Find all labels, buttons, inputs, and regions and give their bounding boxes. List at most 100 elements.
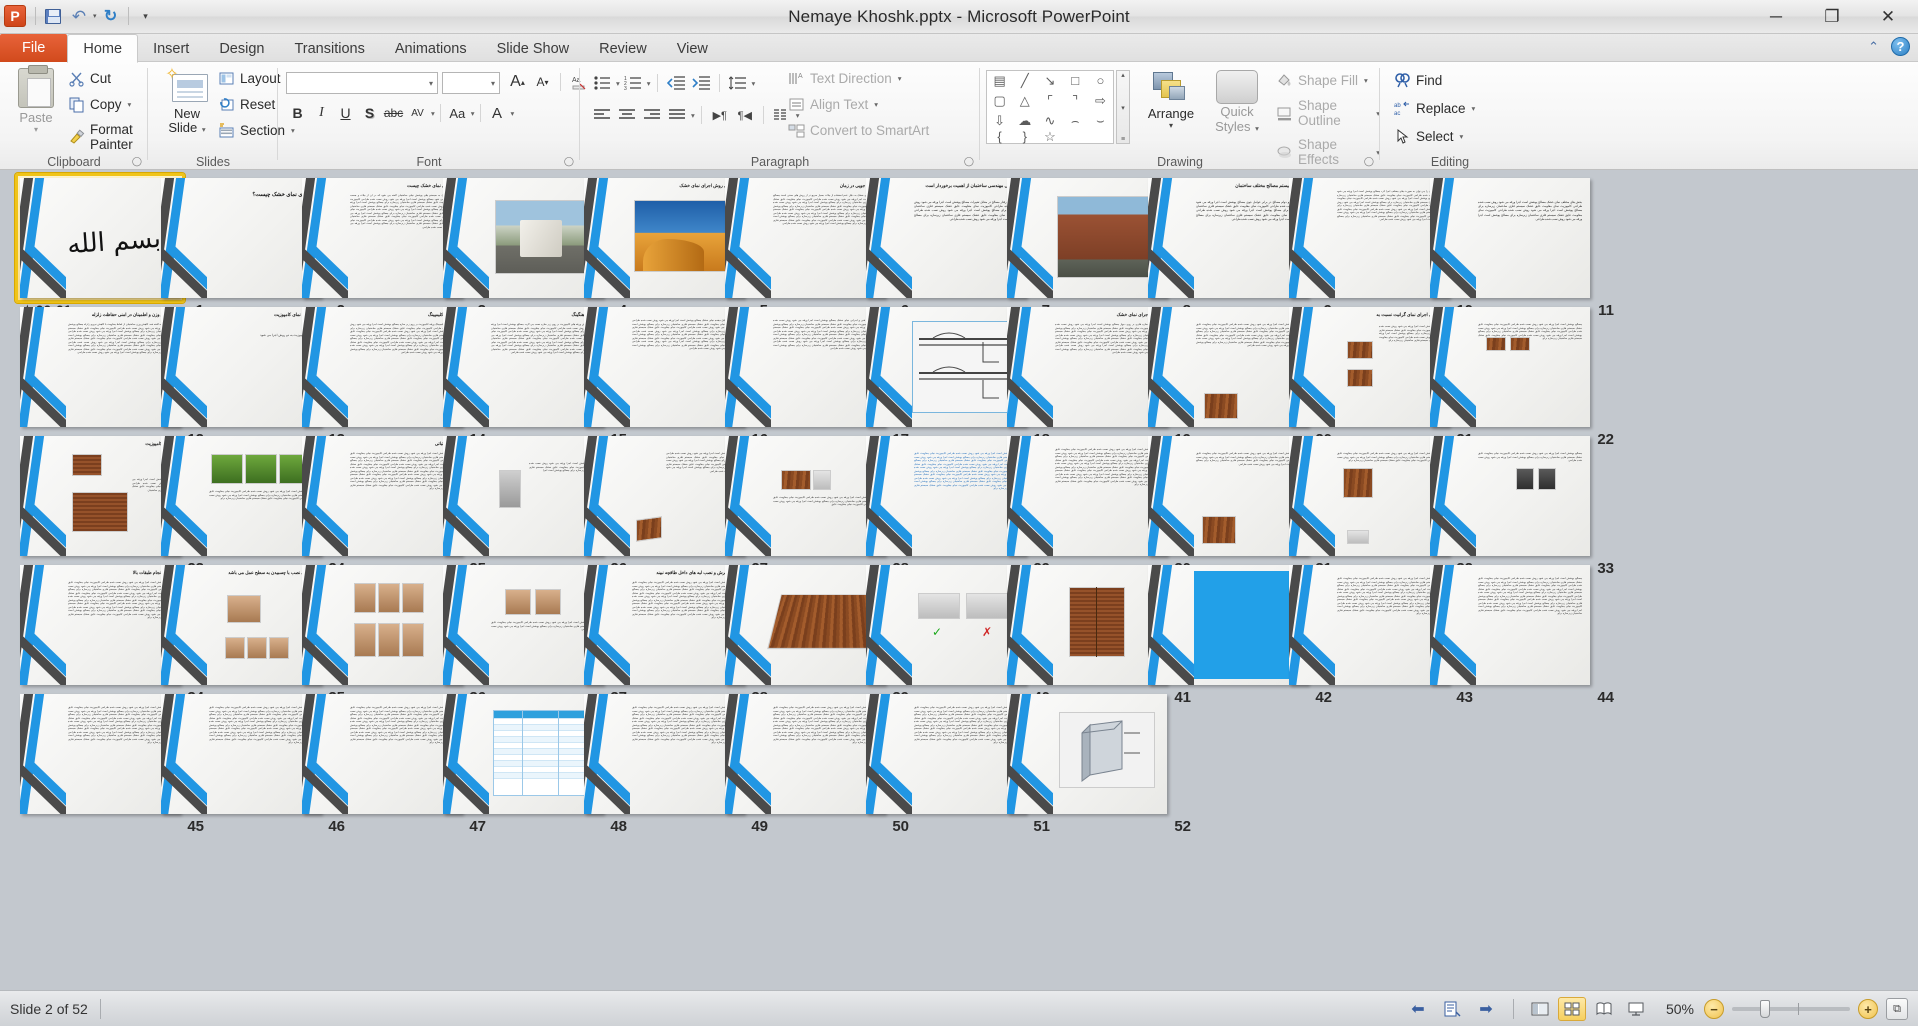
slide-preview[interactable]: مصالح پوشش است اجرا ورقه می شود روش نصب … — [584, 694, 744, 814]
slide-thumb-wrap[interactable] — [1148, 565, 1308, 685]
shrink-font-button[interactable]: A ▾ — [531, 71, 554, 93]
slide-thumb-wrap[interactable]: اجزای تشکیل دهنده نمای خشک مصالح پوشش اس… — [584, 307, 744, 427]
slide-thumb-wrap[interactable]: مصالح پوشش است اجرا ورقه می شود روش نصب … — [302, 694, 462, 814]
slide-thumb-wrap[interactable]: نحوه برش و نصب لبه های داخل طاقچه نبیند م… — [584, 565, 744, 685]
slide-thumbnail-11[interactable]: بخش های مختلف نمای خشک مصالح پوشش است اج… — [1430, 178, 1620, 319]
replace-button[interactable]: ab ac Replace ▾ — [1394, 100, 1475, 117]
slide-preview[interactable] — [1007, 565, 1167, 685]
spacing-dropdown-icon[interactable]: ▾ — [431, 109, 435, 118]
justify-dropdown-icon[interactable]: ▾ — [691, 111, 695, 120]
zoom-slider-thumb[interactable] — [1760, 1000, 1770, 1018]
slide-thumb-wrap[interactable]: صرفه جویی در زمان اجرای نمای خشک به دلیل … — [725, 178, 885, 298]
slide-thumb-wrap[interactable]: مصالح پوشش است اجرا ورقه می شود روش نصب … — [1430, 565, 1590, 685]
slide-preview[interactable]: مصالح پوشش است اجرا ورقه می شود روش نصب … — [584, 436, 744, 556]
close-button[interactable]: ✕ — [1872, 5, 1904, 29]
slide-thumb-wrap[interactable]: روشی نصب با چسبیدن به سطح عمل می باشد — [161, 565, 321, 685]
zoom-slider[interactable] — [1732, 1000, 1850, 1018]
shape-textbox-icon[interactable]: ▤ — [993, 74, 1005, 87]
text-direction-dropdown-icon[interactable]: ▾ — [898, 74, 902, 83]
slide-preview[interactable]: چند سیستم مصالح مختلف ساختمان مقاومت و دو… — [1148, 178, 1308, 298]
align-center-button[interactable] — [615, 104, 639, 126]
help-icon[interactable]: ? — [1891, 37, 1910, 56]
slide-thumb-wrap[interactable]: نحوه اجرای نمای خشک نصب زیر سازه فلزی بر … — [1007, 307, 1167, 427]
minimize-ribbon-icon[interactable]: ⌃ — [1868, 39, 1879, 55]
slide-preview[interactable] — [443, 694, 603, 814]
previous-slide-button[interactable]: ⬅ — [1401, 996, 1435, 1022]
bullets-dropdown-icon[interactable]: ▾ — [616, 79, 620, 88]
slide-thumb-wrap[interactable]: مصالح پوشش است اجرا ورقه می شود روش نصب … — [1289, 565, 1449, 685]
slide-thumb-wrap[interactable]: مزایای نمای خشک چیست؟ — [161, 178, 321, 298]
slide-preview[interactable]: مصالح پوشش است اجرا ورقه می شود روش نصب … — [1148, 436, 1308, 556]
slide-preview[interactable] — [866, 307, 1026, 427]
slide-preview[interactable]: مزایای نمای خشک چیست نمای خشک به سیستم ها… — [302, 178, 462, 298]
replace-dropdown-icon[interactable]: ▾ — [1472, 104, 1476, 113]
copy-dropdown-icon[interactable]: ▾ — [128, 100, 132, 109]
line-spacing-button[interactable] — [726, 72, 750, 94]
slide-preview[interactable]: اجزای تشکیل دهنده نمای خشک مصالح پوشش اس… — [584, 307, 744, 427]
tab-insert[interactable]: Insert — [138, 35, 204, 62]
slide-preview[interactable]: مصالح پوشش است اجرا ورقه می شود روش نصب … — [1430, 307, 1590, 427]
slide-preview[interactable]: طراحی مهندسی ساختمان از اهمیت برخوردار ا… — [866, 178, 1026, 298]
paragraph-dialog-launcher[interactable]: ◯ — [964, 156, 974, 167]
slide-thumb-wrap[interactable]: بخش های مختلف نمای خشک مصالح پوشش است اج… — [1430, 178, 1590, 298]
grow-font-button[interactable]: A ▴ — [506, 71, 529, 93]
numbering-button[interactable]: 123 — [621, 72, 645, 94]
next-slide-button[interactable]: ➡ — [1469, 996, 1503, 1022]
slide-preview[interactable] — [725, 565, 885, 685]
slide-preview[interactable]: مصالح پوشش است اجرا ورقه می شود روش نصب … — [443, 565, 603, 685]
slide-thumb-wrap[interactable]: مزایای نمای خشک چیست نمای خشک به سیستم ها… — [302, 178, 462, 298]
notes-button[interactable] — [1435, 996, 1469, 1022]
align-text-dropdown-icon[interactable]: ▾ — [874, 100, 878, 109]
slide-preview[interactable] — [1007, 178, 1167, 298]
shape-elbow-icon[interactable]: ⌜ — [1047, 94, 1053, 107]
justify-button[interactable] — [665, 104, 689, 126]
slide-thumb-wrap[interactable]: مصالح پوشش است اجرا ورقه می شود روش نصب … — [443, 436, 603, 556]
rtl-button[interactable]: ¶◀ — [733, 104, 757, 126]
slide-thumb-wrap[interactable]: مصالح پوشش است اجرا ورقه می شود روش نصب … — [584, 694, 744, 814]
arrange-button[interactable]: Arrange ▾ — [1140, 70, 1202, 130]
shape-oval-icon[interactable]: ○ — [1096, 74, 1104, 87]
ltr-button[interactable]: ▶¶ — [708, 104, 732, 126]
slide-thumb-wrap[interactable]: ✓ ✗ — [866, 565, 1026, 685]
slide-thumb-wrap[interactable]: مصالح پوشش است اجرا ورقه می شود روش نصب … — [161, 694, 321, 814]
slide-thumb-wrap[interactable]: مزایای روش اجرای نمای خشک — [584, 178, 744, 298]
slide-thumb-wrap[interactable] — [443, 178, 603, 298]
increase-indent-button[interactable] — [689, 72, 713, 94]
tab-view[interactable]: View — [662, 35, 723, 62]
shape-curve-icon[interactable]: ⌢ — [1071, 114, 1080, 127]
slide-preview[interactable]: نحوه اجرای نمای خشک نصب زیر سازه فلزی بر … — [1007, 307, 1167, 427]
slide-thumb-wrap[interactable]: مصالح پوشش است اجرا ورقه می شود روش نصب … — [1148, 436, 1308, 556]
slide-thumb-wrap[interactable] — [1007, 178, 1167, 298]
slide-preview[interactable]: مصالح پوشش است اجرا ورقه می شود روش نصب … — [443, 436, 603, 556]
slide-thumb-wrap[interactable] — [1007, 565, 1167, 685]
slide-preview[interactable]: مصالح پوشش است اجرا ورقه می شود روش نصب … — [161, 436, 321, 556]
underline-button[interactable]: U — [334, 102, 357, 124]
slide-preview[interactable] — [302, 565, 462, 685]
paste-dropdown-icon[interactable]: ▾ — [8, 125, 64, 134]
slide-thumb-wrap[interactable]: مصالح پوشش است اجرا ورقه می شود روش نصب … — [584, 436, 744, 556]
font-color-dropdown-icon[interactable]: ▾ — [511, 109, 515, 118]
slide-preview[interactable]: صرفه جویی در زمان اجرای نمای خشک به دلیل … — [725, 178, 885, 298]
slide-thumb-wrap[interactable] — [1007, 694, 1167, 814]
slide-preview[interactable]: فواید ثباتی مصالح پوشش است اجرا ورقه می ش… — [302, 436, 462, 556]
slide-thumb-wrap[interactable]: مصالح پوشش است اجرا ورقه می شود روش نصب … — [1007, 436, 1167, 556]
paste-button[interactable]: Paste ▾ — [8, 65, 64, 134]
slide-thumb-wrap[interactable]: فواید ثباتی مصالح پوشش است اجرا ورقه می ش… — [302, 436, 462, 556]
slide-preview[interactable]: مزایای روش اجرای نمای خشک — [584, 178, 744, 298]
slide-preview[interactable]: ✓ ✗ — [866, 565, 1026, 685]
shape-outline-button[interactable]: Shape Outline ▾ — [1276, 98, 1380, 128]
slide-preview[interactable]: کاهش وزن و اطمینان در امنی حفاظت زلزله مص… — [20, 307, 180, 427]
bullets-button[interactable] — [590, 72, 614, 94]
chevron-down-icon-2[interactable]: ▾ — [491, 79, 495, 88]
slide-thumb-wrap[interactable]: روش هنگینگ در این روش ورقه های کامپوزیت ب… — [443, 307, 603, 427]
shape-right-brace-icon[interactable]: } — [1023, 130, 1027, 143]
clipboard-dialog-launcher[interactable]: ◯ — [132, 156, 142, 167]
slide-thumb-wrap[interactable]: مصالح پوشش است اجرا ورقه می شود روش نصب … — [866, 436, 1026, 556]
slide-preview[interactable]: مصالح پوشش است اجرا ورقه می شود روش نصب … — [1289, 565, 1449, 685]
shape-elbow-arrow-icon[interactable]: ⌝ — [1072, 94, 1078, 107]
slide-thumb-wrap[interactable]: نمای خشک را می توان به صورت های مختلف اج… — [1289, 178, 1449, 298]
slide-preview[interactable]: مصالح پوشش است اجرا ورقه می شود روش نصب … — [302, 694, 462, 814]
slide-preview[interactable]: مصالح پوشش است اجرا ورقه می شود روش نصب … — [1430, 436, 1590, 556]
minimize-button[interactable]: ─ — [1760, 5, 1792, 29]
shape-line-icon[interactable]: ╱ — [1021, 74, 1029, 87]
